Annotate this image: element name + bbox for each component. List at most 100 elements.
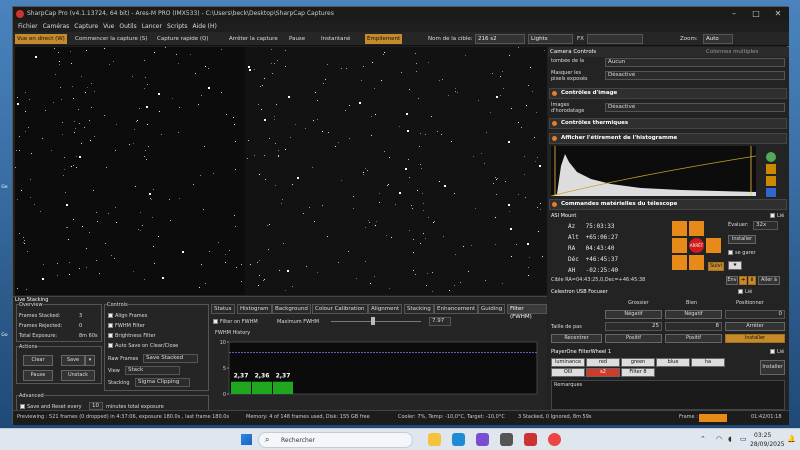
filter-ha[interactable]: ha bbox=[691, 358, 725, 367]
start-capture-button[interactable]: Commencer la capture (S) bbox=[73, 34, 149, 44]
coarse-positive-button[interactable]: Positif bbox=[605, 334, 662, 343]
fw-linked-checkbox[interactable]: Lié bbox=[770, 349, 784, 355]
goto-send-button[interactable]: Env bbox=[726, 276, 738, 285]
clear-button[interactable]: Clear bbox=[23, 355, 53, 366]
image-preview[interactable] bbox=[15, 47, 547, 295]
fw-linked-check[interactable] bbox=[770, 349, 775, 354]
menu-cameras[interactable]: Caméras bbox=[43, 23, 70, 30]
filter-on-fwhm-check[interactable] bbox=[213, 319, 218, 324]
star-select-button[interactable]: ★ bbox=[728, 261, 742, 270]
filter-8[interactable]: Filter 8 bbox=[621, 368, 655, 377]
filter-green[interactable]: green bbox=[621, 358, 655, 367]
mount-linked-checkbox[interactable]: Lié bbox=[770, 213, 784, 219]
focuser-stop-button[interactable]: Arrêter bbox=[725, 322, 785, 331]
position-input[interactable]: 0 bbox=[725, 310, 785, 319]
wifi-icon[interactable]: ◠ bbox=[716, 435, 722, 443]
menu-aide[interactable]: Aide (H) bbox=[193, 23, 217, 30]
histogram-save-icon[interactable] bbox=[766, 188, 776, 197]
raw-frames-select[interactable]: Save Stacked bbox=[143, 354, 198, 363]
fwhm-filter-check[interactable] bbox=[108, 323, 113, 328]
save-button[interactable]: Save bbox=[61, 355, 85, 366]
save-dropdown-icon[interactable]: ▾ bbox=[85, 355, 95, 366]
fine-step-input[interactable]: 8 bbox=[665, 322, 722, 331]
goto-down-icon[interactable]: ⬇ bbox=[748, 276, 756, 285]
slew-east-button[interactable] bbox=[706, 238, 721, 253]
fall-select[interactable]: Aucun bbox=[605, 58, 785, 67]
coarse-negative-button[interactable]: Négatif bbox=[605, 310, 662, 319]
fine-negative-button[interactable]: Négatif bbox=[665, 310, 722, 319]
eval-select[interactable]: 32x bbox=[753, 221, 778, 230]
tab-alignment[interactable]: Alignment bbox=[368, 304, 403, 314]
windows-start-icon[interactable] bbox=[241, 434, 252, 445]
quick-capture-button[interactable]: Capture rapide (Q) bbox=[155, 34, 211, 44]
brightness-filter-checkbox[interactable]: Brightness Filter bbox=[108, 333, 156, 339]
fine-positive-button[interactable]: Positif bbox=[665, 334, 722, 343]
slew-sw-button[interactable] bbox=[672, 255, 687, 270]
stop-capture-button[interactable]: Arrêter la capture bbox=[227, 34, 280, 44]
goto-arrow-icon[interactable]: ➜ bbox=[739, 276, 747, 285]
mask-select[interactable]: Désactivé bbox=[605, 71, 785, 80]
tab-filter-fwhm[interactable]: Filter (FWHM) bbox=[507, 304, 547, 320]
live-view-button[interactable]: Vue en direct (W) bbox=[15, 34, 67, 44]
histogram-lightning-icon[interactable] bbox=[766, 164, 776, 174]
histogram-section[interactable]: Afficher l'étirement de l'histogramme bbox=[549, 133, 787, 144]
filter-s2[interactable]: s2 bbox=[586, 368, 620, 377]
mount-linked-check[interactable] bbox=[770, 213, 775, 218]
reset-minutes-input[interactable]: 10 bbox=[89, 402, 103, 410]
stack-button[interactable]: Empilement bbox=[365, 34, 403, 44]
menu-lancer[interactable]: Lancer bbox=[142, 23, 162, 30]
tray-chevron-icon[interactable]: ⌃ bbox=[700, 435, 706, 443]
remarks-box[interactable]: Remarques bbox=[551, 380, 785, 410]
store-icon[interactable] bbox=[476, 433, 489, 446]
max-fwhm-slider-handle[interactable] bbox=[371, 317, 375, 325]
focuser-linked-check[interactable] bbox=[738, 289, 743, 294]
frame-type-select[interactable]: Lights bbox=[528, 34, 573, 44]
edge-icon[interactable] bbox=[452, 433, 465, 446]
align-frames-checkbox[interactable]: Align Frames bbox=[108, 313, 147, 319]
tab-status[interactable]: Status bbox=[211, 304, 235, 314]
filter-luminance[interactable]: luminance bbox=[551, 358, 585, 367]
focuser-linked-checkbox[interactable]: Lié bbox=[738, 289, 752, 295]
autosave-checkbox[interactable]: Auto Save on Clear/Close bbox=[108, 343, 178, 349]
unstack-button[interactable]: Unstack bbox=[61, 370, 95, 381]
brightness-filter-check[interactable] bbox=[108, 333, 113, 338]
desktop-icon[interactable]: Ge bbox=[0, 185, 9, 197]
align-frames-check[interactable] bbox=[108, 313, 113, 318]
clock-time[interactable]: 03:25 bbox=[754, 432, 771, 439]
filter-blue[interactable]: blue bbox=[656, 358, 690, 367]
filter-on-fwhm-checkbox[interactable]: Filter on FWHM bbox=[213, 319, 258, 325]
tab-histogram[interactable]: Histogram bbox=[237, 304, 272, 314]
tab-colour-calibration[interactable]: Colour Calibration bbox=[312, 304, 368, 314]
reset-check[interactable] bbox=[20, 404, 25, 409]
menu-outils[interactable]: Outils bbox=[119, 23, 136, 30]
park-check[interactable] bbox=[728, 250, 733, 255]
menu-fichier[interactable]: Fichier bbox=[18, 23, 38, 30]
slew-north-button[interactable] bbox=[689, 221, 704, 236]
clock-date[interactable]: 28/09/2025 bbox=[750, 441, 785, 448]
maximize-icon[interactable]: □ bbox=[745, 7, 767, 21]
battery-icon[interactable]: ▭ bbox=[740, 435, 747, 443]
tab-stacking[interactable]: Stacking bbox=[404, 304, 434, 314]
sharpcap-taskbar-icon[interactable] bbox=[524, 433, 537, 446]
coarse-step-input[interactable]: 25 bbox=[605, 322, 662, 331]
pause-button[interactable]: Pause bbox=[287, 34, 307, 44]
recenter-button[interactable]: Recentrer bbox=[551, 334, 602, 343]
volume-icon[interactable]: ◖ bbox=[728, 435, 732, 443]
menu-capture[interactable]: Capture bbox=[74, 23, 98, 30]
stop-mount-button[interactable]: ARRÊT bbox=[689, 238, 704, 253]
notification-icon[interactable]: 🔔 bbox=[787, 435, 796, 443]
menu-vue[interactable]: Vue bbox=[103, 23, 114, 30]
file-explorer-icon[interactable] bbox=[428, 433, 441, 446]
timestamp-select[interactable]: Désactivé bbox=[605, 103, 785, 112]
fw-install-button[interactable]: Installer bbox=[760, 360, 785, 375]
slew-west-button[interactable] bbox=[672, 238, 687, 253]
fx-select[interactable] bbox=[587, 34, 643, 44]
pause-stack-button[interactable]: Pause bbox=[23, 370, 53, 381]
desktop-icon[interactable]: Go bbox=[0, 333, 9, 345]
histogram-reset-icon[interactable] bbox=[766, 176, 776, 186]
max-fwhm-input[interactable]: 7.97 bbox=[429, 317, 451, 326]
telescope-section[interactable]: Commandes matérielles du télescope bbox=[549, 199, 787, 210]
chrome-icon[interactable] bbox=[548, 433, 561, 446]
tab-enhancement[interactable]: Enhancement bbox=[434, 304, 479, 314]
thermal-controls-section[interactable]: Contrôles thermiques bbox=[549, 118, 787, 129]
